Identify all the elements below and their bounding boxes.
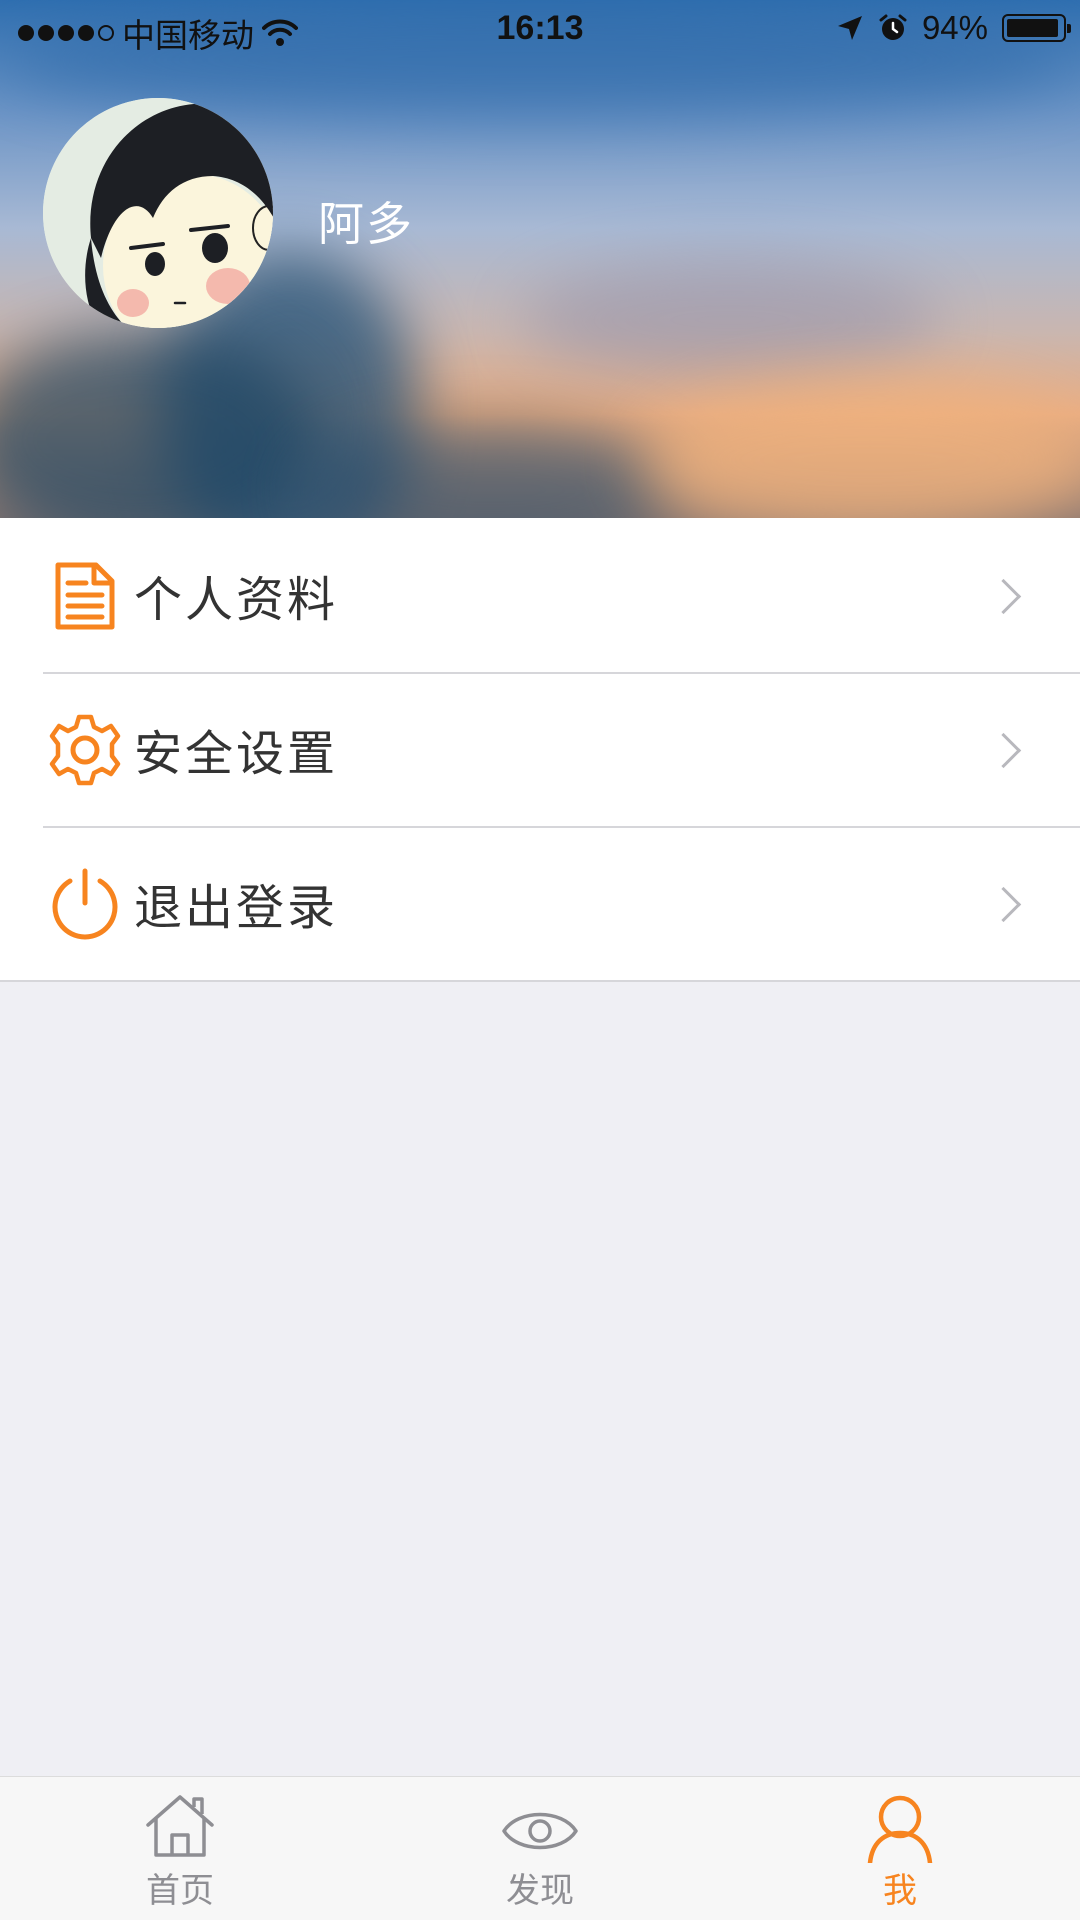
eye-icon bbox=[502, 1812, 578, 1850]
battery-icon bbox=[1002, 14, 1071, 42]
gear-icon bbox=[49, 714, 121, 786]
tab-me[interactable]: 我 bbox=[720, 1777, 1080, 1920]
alarm-icon bbox=[879, 14, 907, 40]
person-icon bbox=[867, 1795, 933, 1863]
document-icon bbox=[55, 562, 115, 630]
tab-bar: 首页 发现 我 bbox=[0, 1776, 1080, 1920]
tab-label: 我 bbox=[883, 1871, 917, 1911]
username: 阿多 bbox=[318, 197, 414, 251]
settings-menu: 个人资料 安全设置 退出登录 bbox=[0, 518, 1080, 982]
profile-header: 中国移动 16:13 94% 阿多 bbox=[0, 0, 1080, 518]
menu-item-profile[interactable]: 个人资料 bbox=[0, 518, 1080, 672]
menu-item-label: 个人资料 bbox=[134, 572, 339, 628]
profile-screen: 中国移动 16:13 94% 阿多 个人资料 安全设置 退出登录 首页 发现 我 bbox=[0, 0, 1080, 1920]
tab-label: 发现 bbox=[506, 1871, 574, 1911]
avatar[interactable] bbox=[43, 98, 273, 328]
status-bar: 中国移动 16:13 94% bbox=[0, 0, 1080, 58]
power-icon bbox=[52, 868, 118, 940]
chevron-right-icon bbox=[985, 732, 1022, 769]
avatar-illustration bbox=[43, 98, 273, 328]
menu-item-label: 退出登录 bbox=[134, 880, 339, 936]
tab-home[interactable]: 首页 bbox=[0, 1777, 360, 1920]
tab-discover[interactable]: 发现 bbox=[360, 1777, 720, 1920]
home-icon bbox=[146, 1795, 214, 1857]
menu-item-security[interactable]: 安全设置 bbox=[0, 672, 1080, 826]
menu-item-logout[interactable]: 退出登录 bbox=[0, 826, 1080, 980]
menu-item-label: 安全设置 bbox=[134, 726, 339, 782]
chevron-right-icon bbox=[985, 886, 1022, 923]
location-arrow-icon bbox=[837, 16, 862, 40]
tab-label: 首页 bbox=[146, 1871, 214, 1911]
chevron-right-icon bbox=[985, 578, 1022, 615]
battery-percent: 94% bbox=[921, 9, 988, 46]
